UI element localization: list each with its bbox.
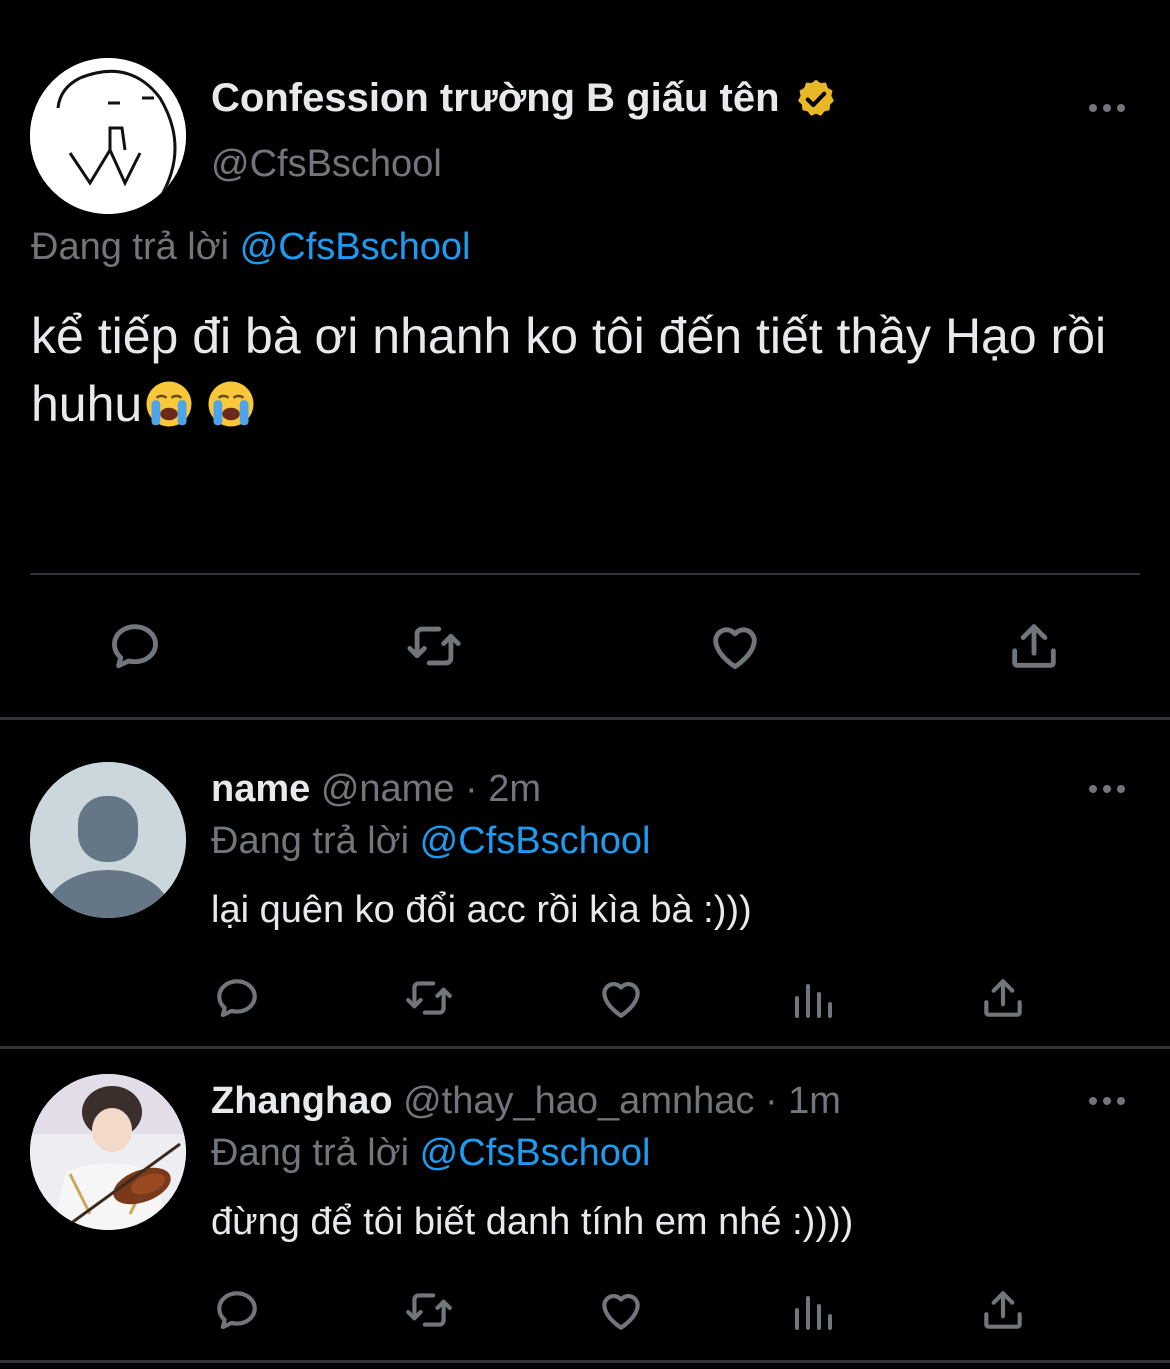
divider	[0, 1046, 1170, 1049]
tweet-text: đừng để tôi biết danh tính em nhé :))))	[211, 1201, 854, 1243]
default-avatar[interactable]	[30, 762, 186, 918]
divider	[0, 1360, 1170, 1363]
retweet-icon[interactable]	[401, 1282, 457, 1338]
like-icon[interactable]	[703, 614, 767, 678]
timestamp[interactable]: 2m	[488, 768, 541, 810]
display-name[interactable]: Zhanghao	[211, 1080, 393, 1122]
share-icon[interactable]	[975, 1282, 1031, 1338]
dot-separator: ·	[764, 1080, 778, 1122]
tweet-text: lại quên ko đổi acc rồi kìa bà :)))	[211, 889, 752, 931]
replying-prefix: Đang trả lời	[31, 226, 230, 268]
like-icon[interactable]	[593, 970, 649, 1026]
display-name[interactable]: name	[211, 768, 310, 810]
like-icon[interactable]	[593, 1282, 649, 1338]
divider	[0, 717, 1170, 720]
loudly-crying-face-icon	[208, 381, 254, 427]
violinist-photo-avatar-image	[30, 1074, 186, 1230]
replying-prefix: Đang trả lời	[211, 1132, 410, 1174]
share-icon[interactable]	[1002, 614, 1066, 678]
handle[interactable]: @CfsBschool	[211, 143, 442, 186]
replying-to-link[interactable]: @CfsBschool	[420, 820, 651, 862]
display-name[interactable]: Confession trường B giấu tên	[211, 76, 838, 121]
share-icon[interactable]	[975, 970, 1031, 1026]
more-options-icon[interactable]	[1085, 1086, 1129, 1116]
handle[interactable]: @thay_hao_amnhac	[403, 1080, 754, 1122]
divider	[30, 573, 1140, 575]
replying-to: Đang trả lời @CfsBschool	[31, 226, 470, 269]
display-name-text[interactable]: Confession trường B giấu tên	[211, 76, 780, 121]
verified-badge-icon	[797, 79, 834, 116]
tweet-text: kể tiếp đi bà ơi nhanh ko tôi đến tiết t…	[31, 302, 1131, 438]
reply-header: name @name · 2m	[211, 768, 541, 811]
retweet-icon[interactable]	[402, 614, 466, 678]
replying-to: Đang trả lời @CfsBschool	[211, 820, 650, 863]
handle[interactable]: @name	[321, 768, 455, 810]
person-silhouette-icon	[30, 762, 186, 918]
reply-icon[interactable]	[209, 1282, 265, 1338]
replying-to-link[interactable]: @CfsBschool	[240, 226, 471, 268]
replying-prefix: Đang trả lời	[211, 820, 410, 862]
reply-header: Zhanghao @thay_hao_amnhac · 1m	[211, 1080, 841, 1123]
analytics-icon[interactable]	[785, 1284, 841, 1340]
replying-to: Đang trả lời @CfsBschool	[211, 1132, 650, 1175]
avatar[interactable]	[30, 1074, 186, 1230]
dot-separator: ·	[465, 768, 478, 810]
reply-icon[interactable]	[209, 970, 265, 1026]
analytics-icon[interactable]	[785, 972, 841, 1028]
doodle-face-avatar-image	[30, 58, 186, 214]
more-options-icon[interactable]	[1085, 774, 1129, 804]
more-options-icon[interactable]	[1085, 88, 1129, 128]
timestamp[interactable]: 1m	[788, 1080, 841, 1122]
avatar[interactable]	[30, 58, 186, 214]
loudly-crying-face-icon	[146, 381, 192, 427]
replying-to-link[interactable]: @CfsBschool	[420, 1132, 651, 1174]
retweet-icon[interactable]	[401, 970, 457, 1026]
reply-icon[interactable]	[103, 614, 167, 678]
